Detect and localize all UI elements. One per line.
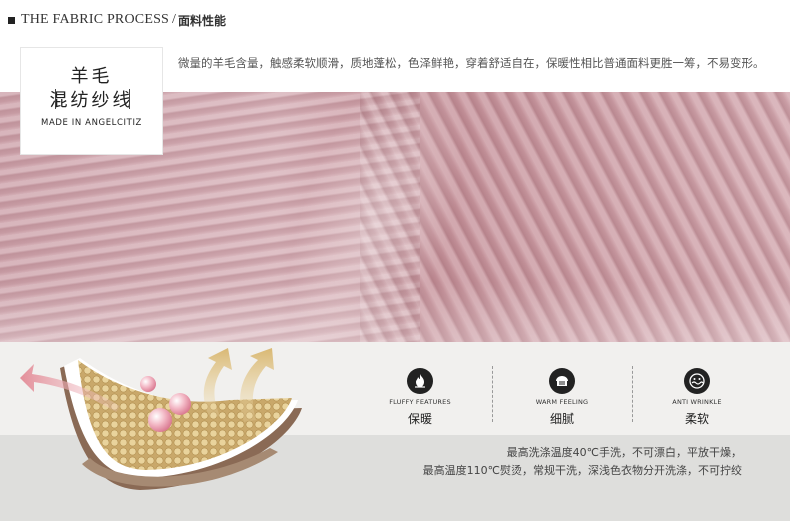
badge-right-bar <box>129 89 130 109</box>
feature-en: ANTI WRINKLE <box>672 398 722 406</box>
feature-cn: 细腻 <box>549 412 574 426</box>
care-instructions: 最高洗涤温度40℃手洗，不可漂白，平放干燥， 最高温度110℃熨烫，常规干洗，深… <box>423 444 742 480</box>
flame-icon <box>407 368 433 394</box>
fabric-description: 微量的羊毛含量，触感柔软顺滑，质地蓬松，色泽鲜艳，穿着舒适自在，保暖性相比普通面… <box>178 56 765 70</box>
feature-cn: 柔软 <box>684 412 709 426</box>
feature-en: FLUFFY FEATURES <box>389 398 451 406</box>
divider <box>492 366 493 422</box>
bread-icon <box>549 368 575 394</box>
bubble-2 <box>169 393 191 415</box>
care-line2: 最高温度110℃熨烫，常规干洗，深浅色衣物分开洗涤，不可拧绞 <box>422 464 742 477</box>
feature-anti-wrinkle: ANTI WRINKLE 柔软 <box>652 368 742 427</box>
bubble-1 <box>140 376 156 392</box>
feature-en: WARM FEELING <box>535 398 589 406</box>
header-title-en: THE FABRIC PROCESS <box>21 12 170 27</box>
bubble-3 <box>148 408 172 432</box>
face-wave-icon <box>684 368 710 394</box>
feature-cn: 保暖 <box>407 412 432 426</box>
badge-made-in: MADE IN ANGELCITIZ <box>41 118 142 128</box>
care-line1: 最高洗涤温度40℃手洗，不可漂白，平放干燥， <box>506 446 742 459</box>
bullet-square-icon <box>8 16 15 24</box>
fabric-badge: 羊毛 混纺纱线 MADE IN ANGELCITIZ <box>20 47 163 155</box>
feature-warm: WARM FEELING 细腻 <box>517 368 607 427</box>
divider <box>632 366 633 422</box>
badge-line2: 混纺纱线 <box>49 90 134 111</box>
header-separator: / <box>172 12 176 27</box>
feature-fluffy: FLUFFY FEATURES 保暖 <box>375 368 465 427</box>
fabric-layer-diagram <box>20 348 302 490</box>
badge-line1: 羊毛 <box>70 66 113 87</box>
header-title-cn: 面料性能 <box>177 13 226 28</box>
section-header: THE FABRIC PROCESS / 面料性能 <box>8 11 226 29</box>
